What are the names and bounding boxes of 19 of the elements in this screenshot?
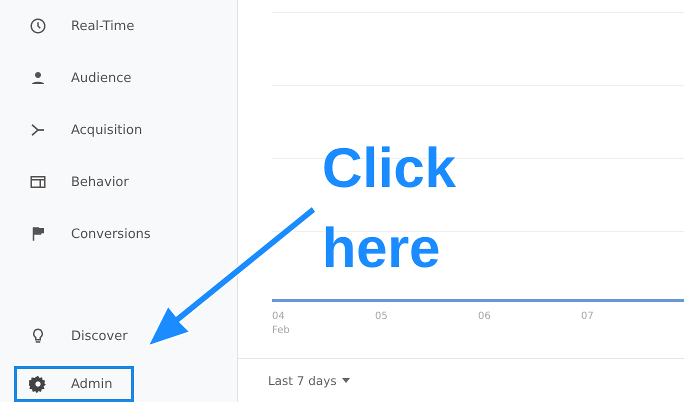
person-icon bbox=[29, 69, 47, 87]
annotation-text: here bbox=[322, 215, 442, 281]
axis-label: 06 bbox=[478, 310, 492, 324]
window-icon bbox=[29, 173, 47, 191]
axis-label: 05 bbox=[375, 310, 389, 324]
axis-label: 07 bbox=[581, 310, 595, 324]
sidebar-item[interactable]: Real-Time bbox=[14, 0, 237, 52]
annotation-text: Click bbox=[322, 135, 456, 201]
sidebar-item[interactable]: Admin bbox=[14, 366, 134, 402]
sidebar-item[interactable]: Behavior bbox=[14, 156, 237, 208]
axis-label: 04 Feb bbox=[272, 310, 291, 338]
settings-icon bbox=[29, 375, 47, 393]
clock-icon bbox=[29, 17, 47, 35]
sidebar-item[interactable]: Conversions bbox=[14, 208, 237, 260]
sidebar-item[interactable]: Acquisition bbox=[14, 104, 237, 156]
caret-icon bbox=[342, 378, 350, 383]
date-range-dropdown[interactable]: Last 7 days bbox=[266, 372, 352, 390]
sidebar-item[interactable]: Discover bbox=[14, 310, 237, 362]
sidebar-item[interactable]: Audience bbox=[14, 52, 237, 104]
